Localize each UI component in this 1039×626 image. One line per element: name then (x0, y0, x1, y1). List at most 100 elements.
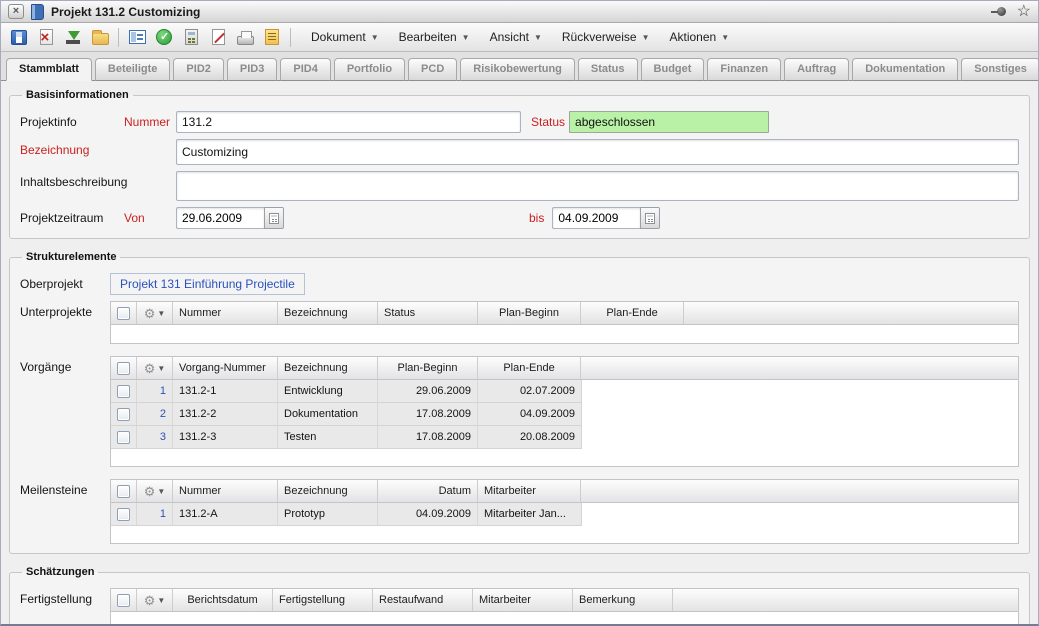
menu-rueckverweise[interactable]: Rückverweise▼ (552, 27, 660, 47)
column-header[interactable]: Mitarbeiter (478, 480, 581, 502)
bezeichnung-input[interactable] (176, 139, 1019, 165)
unterprojekte-table: ⚙▼ Nummer Bezeichnung Status Plan-Beginn… (110, 301, 1019, 344)
verify-check-icon (156, 29, 172, 45)
column-header[interactable]: Berichtsdatum (173, 589, 273, 611)
pin-icon[interactable] (991, 6, 1008, 17)
tab-pid3[interactable]: PID3 (227, 58, 277, 81)
table-row[interactable]: 3 131.2-3 Testen 17.08.2009 20.08.2009 (111, 426, 582, 449)
column-header[interactable]: Nummer (173, 302, 278, 324)
table-row[interactable]: 1 131.2-1 Entwicklung 29.06.2009 02.07.2… (111, 380, 582, 403)
verify-button[interactable] (152, 25, 176, 49)
chevron-down-icon: ▼ (642, 33, 650, 42)
edit-button[interactable] (206, 25, 230, 49)
table-row[interactable]: 1 131.2-A Prototyp 04.09.2009 Mitarbeite… (111, 503, 582, 526)
column-header[interactable]: Bemerkung (573, 589, 673, 611)
column-header[interactable]: Datum (378, 480, 478, 502)
select-all-checkbox[interactable] (117, 307, 130, 320)
download-icon (65, 29, 82, 46)
delete-document-button[interactable] (34, 25, 58, 49)
tab-pid4[interactable]: PID4 (280, 58, 330, 81)
meilensteine-table: ⚙▼ Nummer Bezeichnung Datum Mitarbeiter … (110, 479, 1019, 544)
inhaltsbeschreibung-input[interactable] (176, 171, 1019, 201)
column-header[interactable]: Bezeichnung (278, 357, 378, 379)
column-header[interactable]: Plan-Ende (581, 302, 684, 324)
row-number-link[interactable]: 1 (137, 503, 173, 525)
window-titlebar: × Projekt 131.2 Customizing ☆ (1, 1, 1038, 23)
tab-auftrag[interactable]: Auftrag (784, 58, 849, 81)
tab-stammblatt[interactable]: Stammblatt (6, 58, 92, 81)
tab-beteiligte[interactable]: Beteiligte (95, 58, 171, 81)
tab-pid2[interactable]: PID2 (173, 58, 223, 81)
page-content: Basisinformationen Projektinfo Nummer St… (1, 81, 1038, 626)
nummer-input[interactable] (176, 111, 521, 133)
column-header[interactable]: Vorgang-Nummer (173, 357, 278, 379)
notes-button[interactable] (260, 25, 284, 49)
column-header[interactable]: Plan-Beginn (378, 357, 478, 379)
menu-label: Aktionen (670, 30, 717, 44)
tab-portfolio[interactable]: Portfolio (334, 58, 405, 81)
column-header[interactable]: Mitarbeiter (473, 589, 573, 611)
menu-bearbeiten[interactable]: Bearbeiten▼ (389, 27, 480, 47)
bis-date-input[interactable] (552, 207, 640, 229)
form-view-button[interactable] (125, 25, 149, 49)
column-header[interactable]: Bezeichnung (278, 480, 378, 502)
select-all-checkbox[interactable] (117, 362, 130, 375)
menu-aktionen[interactable]: Aktionen▼ (660, 27, 740, 47)
table-row[interactable]: 2 131.2-2 Dokumentation 17.08.2009 04.09… (111, 403, 582, 426)
select-all-checkbox[interactable] (117, 594, 130, 607)
section-basisinformationen: Basisinformationen Projektinfo Nummer St… (9, 89, 1030, 239)
projektinfo-label: Projektinfo (20, 111, 124, 129)
bis-calendar-button[interactable] (640, 207, 660, 229)
row-checkbox[interactable] (117, 508, 130, 521)
tab-budget[interactable]: Budget (641, 58, 705, 81)
print-button[interactable] (233, 25, 257, 49)
tab-status[interactable]: Status (578, 58, 638, 81)
favorite-star-icon[interactable]: ☆ (1017, 4, 1031, 20)
oberprojekt-link[interactable]: Projekt 131 Einführung Projectile (110, 273, 305, 295)
column-header[interactable]: Plan-Ende (478, 357, 581, 379)
select-all-checkbox[interactable] (117, 485, 130, 498)
column-header[interactable]: Restaufwand (373, 589, 473, 611)
gear-menu-button[interactable]: ⚙▼ (137, 357, 173, 379)
tab-pcd[interactable]: PCD (408, 58, 457, 81)
tab-bar: Stammblatt Beteiligte PID2 PID3 PID4 Por… (1, 52, 1038, 81)
fertigstellung-table: ⚙▼ Berichtsdatum Fertigstellung Restaufw… (110, 588, 1019, 626)
column-header[interactable]: Nummer (173, 480, 278, 502)
row-checkbox[interactable] (117, 431, 130, 444)
menu-dokument[interactable]: Dokument▼ (301, 27, 389, 47)
column-header[interactable]: Fertigstellung (273, 589, 373, 611)
column-header[interactable]: Plan-Beginn (478, 302, 581, 324)
menu-ansicht[interactable]: Ansicht▼ (480, 27, 552, 47)
row-number-link[interactable]: 3 (137, 426, 173, 448)
tab-finanzen[interactable]: Finanzen (707, 58, 781, 81)
close-button[interactable]: × (8, 4, 24, 19)
tab-sonstiges[interactable]: Sonstiges (961, 58, 1039, 81)
print-icon (237, 36, 254, 45)
inhaltsbeschreibung-label: Inhaltsbeschreibung (20, 171, 124, 189)
section-legend: Schätzungen (22, 566, 98, 578)
save-button[interactable] (7, 25, 31, 49)
row-number-link[interactable]: 1 (137, 380, 173, 402)
gear-menu-button[interactable]: ⚙▼ (137, 302, 173, 324)
tab-dokumentation[interactable]: Dokumentation (852, 58, 958, 81)
bis-label: bis (529, 207, 544, 225)
calculate-button[interactable] (179, 25, 203, 49)
open-folder-button[interactable] (88, 25, 112, 49)
gear-menu-button[interactable]: ⚙▼ (137, 480, 173, 502)
chevron-down-icon: ▼ (157, 596, 165, 605)
cell-nummer: 131.2-A (173, 503, 278, 525)
row-checkbox[interactable] (117, 408, 130, 421)
row-checkbox[interactable] (117, 385, 130, 398)
gear-menu-button[interactable]: ⚙▼ (137, 589, 173, 611)
von-calendar-button[interactable] (264, 207, 284, 229)
row-number-link[interactable]: 2 (137, 403, 173, 425)
toolbar-separator (290, 28, 291, 47)
column-header[interactable]: Bezeichnung (278, 302, 378, 324)
column-header[interactable]: Status (378, 302, 478, 324)
von-date-input[interactable] (176, 207, 264, 229)
download-button[interactable] (61, 25, 85, 49)
cell-vorgang-nummer: 131.2-3 (173, 426, 278, 448)
document-icon (31, 4, 44, 20)
tab-risikobewertung[interactable]: Risikobewertung (460, 58, 575, 81)
edit-document-icon (212, 29, 225, 45)
